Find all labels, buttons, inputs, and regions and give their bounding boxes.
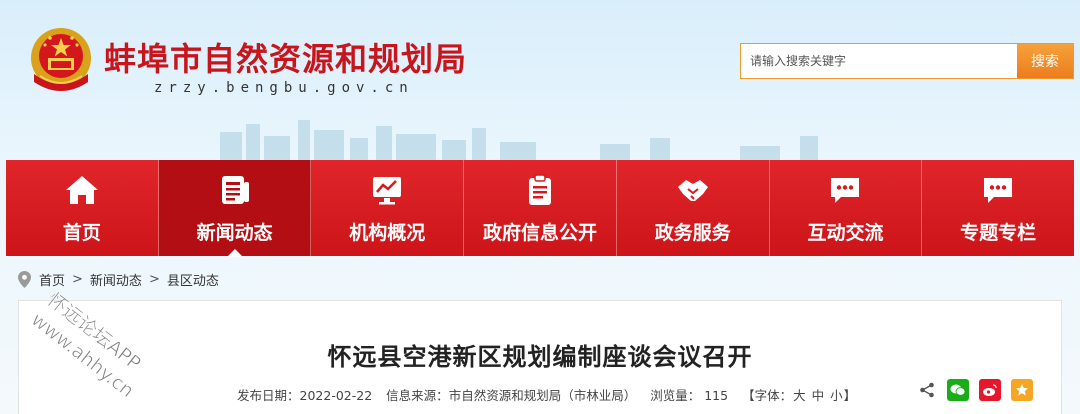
main-nav: 首页 新闻动态 机构概况 政府信息公开 政务服务 互动交流 专题专栏: [6, 160, 1074, 257]
nav-item-label: 政府信息公开: [483, 222, 598, 244]
wechat-icon[interactable]: [947, 379, 969, 401]
nav-item-home[interactable]: 首页: [6, 160, 159, 256]
breadcrumb: 首页 > 新闻动态 > 县区动态: [18, 270, 219, 289]
share-icon[interactable]: [919, 382, 935, 398]
breadcrumb-separator: >: [148, 272, 160, 287]
font-large-button[interactable]: 大: [793, 388, 806, 403]
article-title: 怀远县空港新区规划编制座谈会议召开: [327, 343, 753, 371]
search-input[interactable]: [741, 44, 1017, 78]
nav-item-label: 专题专栏: [960, 222, 1037, 244]
view-count: 浏览量： 115: [650, 388, 729, 403]
info-source: 信息来源：市自然资源和规划局（市林业局）: [386, 388, 637, 403]
breadcrumb-home[interactable]: 首页: [39, 270, 65, 289]
font-medium-button[interactable]: 中: [812, 388, 825, 403]
site-url: zrzy.bengbu.gov.cn: [154, 80, 414, 96]
nav-item-interaction[interactable]: 互动交流: [770, 160, 923, 256]
chat-bubble-icon: [984, 178, 1013, 203]
national-emblem-logo: [31, 28, 91, 91]
nav-item-services[interactable]: 政务服务: [617, 160, 770, 256]
monitor-chart-icon: [373, 177, 402, 205]
search-button[interactable]: 搜索: [1017, 44, 1073, 78]
font-small-button[interactable]: 小: [830, 388, 843, 403]
nav-item-label: 首页: [62, 222, 101, 244]
publish-date: 发布日期：2022-02-22: [237, 388, 373, 403]
share-bar: [919, 379, 1033, 401]
nav-item-label: 政务服务: [654, 222, 731, 244]
nav-item-label: 互动交流: [807, 222, 884, 244]
site-title[interactable]: 蚌埠市自然资源和规划局: [104, 34, 467, 80]
article-meta: 发布日期：2022-02-22 信息来源：市自然资源和规划局（市林业局） 浏览量…: [237, 385, 870, 404]
handshake-icon: [677, 180, 708, 201]
clipboard-icon: [529, 174, 552, 205]
search-box: 搜索: [740, 43, 1074, 79]
location-pin-icon: [18, 271, 31, 288]
nav-item-news[interactable]: 新闻动态: [158, 160, 312, 257]
article-panel: 怀远县空港新区规划编制座谈会议召开 发布日期：2022-02-22 信息来源：市…: [18, 300, 1062, 414]
breadcrumb-county-news[interactable]: 县区动态: [167, 270, 219, 289]
favorite-icon[interactable]: [1011, 379, 1033, 401]
chat-bubble-icon: [831, 178, 860, 203]
breadcrumb-separator: >: [72, 272, 83, 287]
city-skyline-banner: [220, 120, 818, 160]
nav-item-gov-info[interactable]: 政府信息公开: [464, 160, 617, 256]
font-size-controls: 【字体：大 中 小】: [742, 388, 857, 403]
nav-item-organization[interactable]: 机构概况: [311, 160, 465, 256]
home-icon: [65, 176, 98, 204]
weibo-icon[interactable]: [979, 379, 1001, 401]
breadcrumb-news[interactable]: 新闻动态: [90, 270, 142, 289]
news-icon: [221, 176, 249, 204]
nav-item-label: 新闻动态: [196, 222, 273, 244]
nav-item-label: 机构概况: [349, 222, 426, 244]
site-header: 蚌埠市自然资源和规划局 zrzy.bengbu.gov.cn 搜索: [0, 0, 1080, 160]
nav-item-topics[interactable]: 专题专栏: [922, 160, 1074, 256]
